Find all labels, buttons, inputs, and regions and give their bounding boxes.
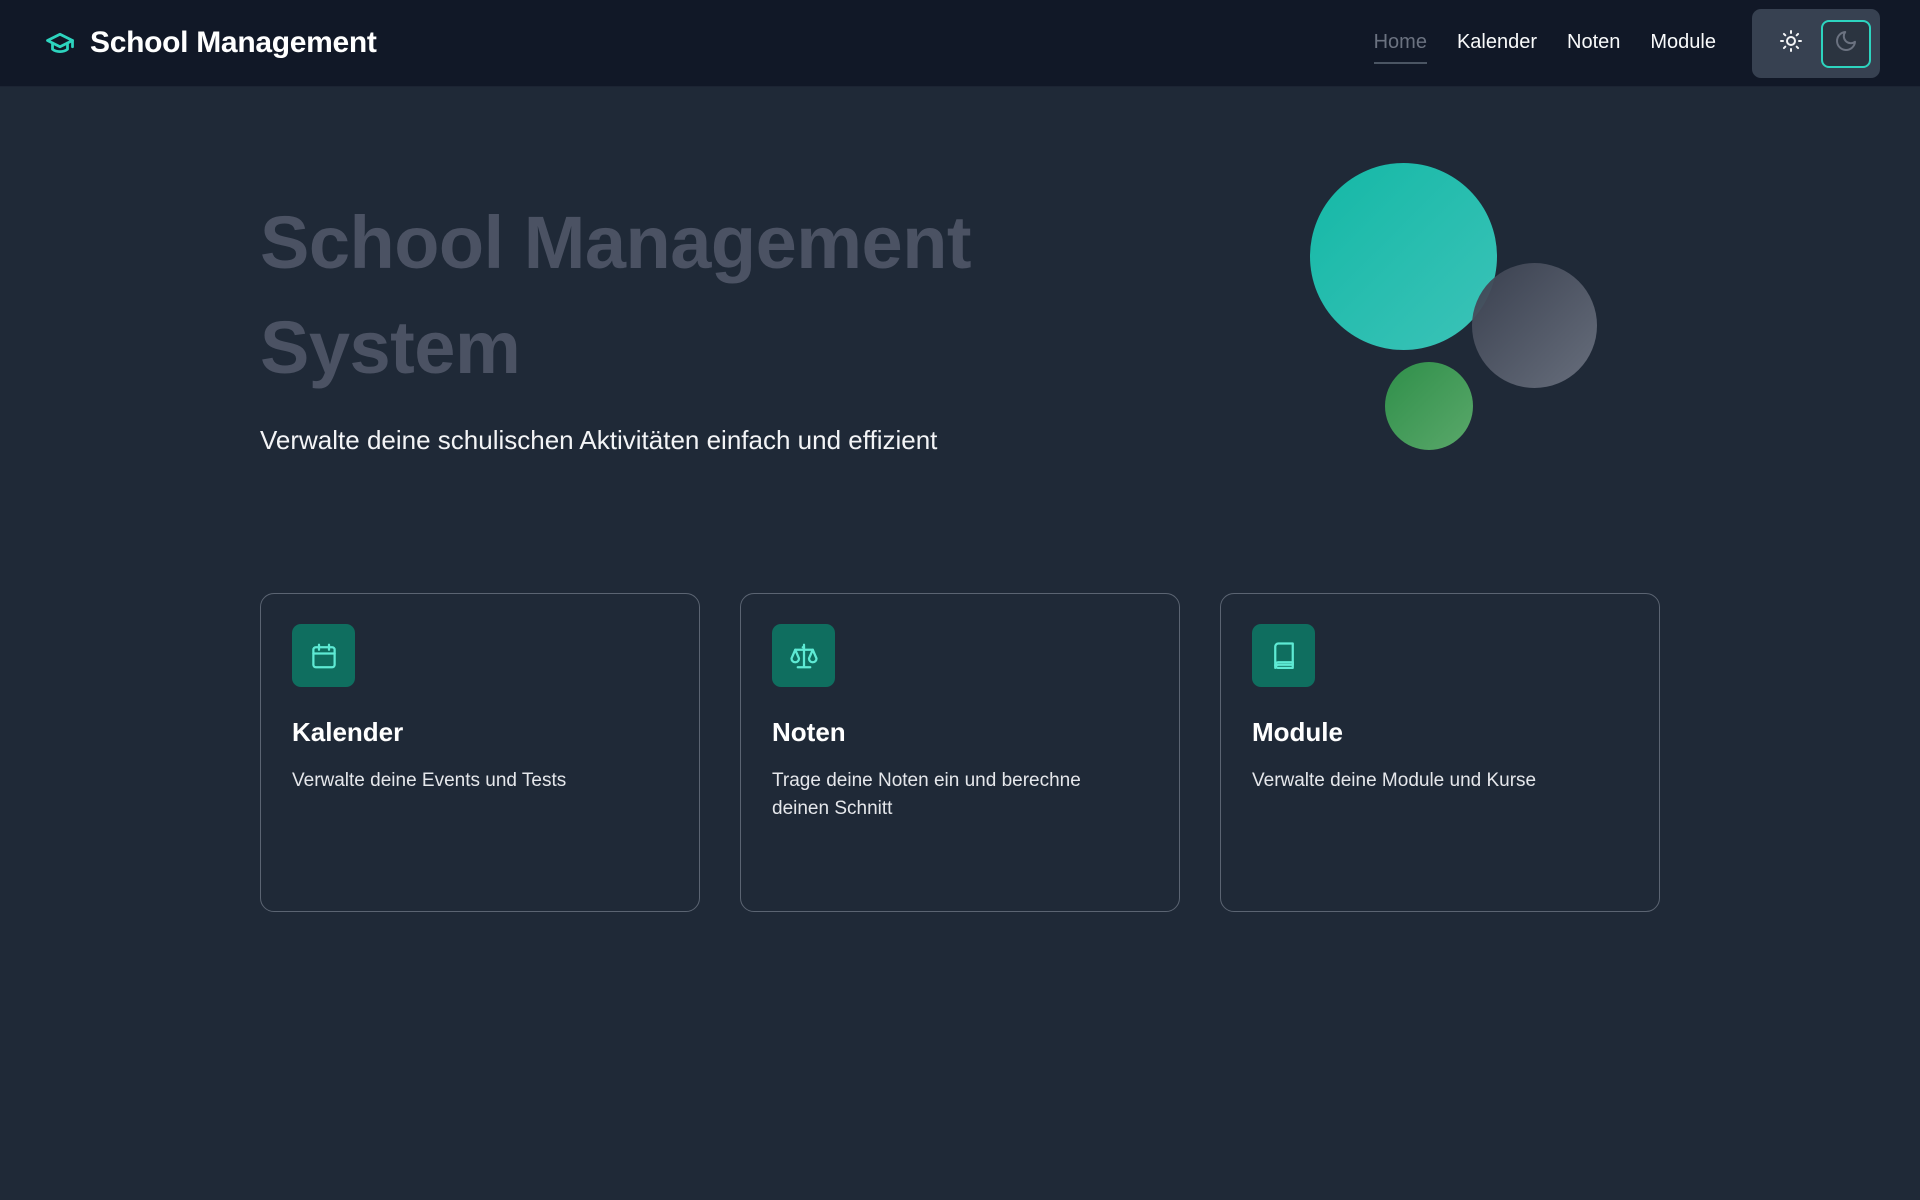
calendar-icon — [292, 624, 355, 687]
card-description: Trage deine Noten ein und berechne deine… — [772, 770, 1081, 819]
theme-toggle — [1752, 9, 1880, 78]
light-mode-button[interactable] — [1766, 20, 1816, 68]
nav-module[interactable]: Module — [1650, 28, 1716, 64]
nav-home[interactable]: Home — [1373, 28, 1428, 64]
card-title: Kalender — [292, 717, 404, 747]
card-kalender[interactable]: Kalender Verwalte deine Events und Tests — [260, 593, 700, 912]
card-title: Module — [1252, 717, 1343, 747]
book-icon — [1252, 624, 1315, 687]
card-description: Verwalte deine Module und Kurse — [1252, 770, 1537, 791]
hero-title: School Management System — [260, 190, 1080, 400]
hero-section: School Management System Verwalte deine … — [260, 190, 1080, 458]
card-module[interactable]: Module Verwalte deine Module und Kurse — [1220, 593, 1660, 912]
card-noten[interactable]: Noten Trage deine Noten ein und berechne… — [740, 593, 1180, 912]
hero-subtitle: Verwalte deine schulischen Aktivitäten e… — [260, 425, 938, 455]
main-nav: Home Kalender Noten Module — [1373, 28, 1716, 64]
brand-title: School Management — [90, 26, 377, 59]
nav-kalender[interactable]: Kalender — [1457, 28, 1537, 64]
scale-icon — [772, 624, 835, 687]
top-navbar: School Management Home Kalender Noten Mo… — [0, 0, 1920, 87]
decorative-circle-gray — [1472, 263, 1597, 388]
nav-noten[interactable]: Noten — [1567, 28, 1620, 64]
decorative-circle-green — [1385, 362, 1473, 450]
graduation-cap-icon — [42, 25, 78, 61]
moon-icon — [1834, 29, 1858, 58]
hero-title-line-1: School Management — [260, 201, 972, 284]
brand[interactable]: School Management — [42, 22, 377, 64]
card-title: Noten — [772, 717, 846, 747]
decorative-circle-teal — [1310, 163, 1497, 350]
sun-icon — [1779, 29, 1803, 58]
feature-cards: Kalender Verwalte deine Events und Tests… — [260, 593, 1660, 912]
card-description: Verwalte deine Events und Tests — [292, 770, 567, 791]
hero-title-line-2: System — [260, 306, 521, 389]
dark-mode-button[interactable] — [1821, 19, 1871, 68]
